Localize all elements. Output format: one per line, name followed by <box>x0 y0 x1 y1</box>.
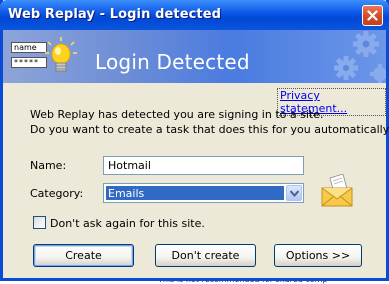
message-line-2: Do you want to create a task that does t… <box>30 123 389 136</box>
category-label: Category: <box>30 187 84 200</box>
create-button[interactable]: Create <box>33 244 134 267</box>
login-detected-dialog: Web Replay - Login detected name ***** L… <box>0 0 389 281</box>
category-select[interactable]: Emails <box>103 183 304 203</box>
banner-password-field: ***** <box>11 57 47 68</box>
envelope-icon <box>321 174 353 207</box>
close-button[interactable] <box>362 5 383 26</box>
banner-name-field: name <box>11 42 47 53</box>
message-line-1: Web Replay has detected you are signing … <box>30 108 324 121</box>
dont-ask-checkbox[interactable] <box>33 216 46 229</box>
dont-create-button[interactable]: Don't create <box>155 244 256 267</box>
lightbulb-icon <box>45 37 77 72</box>
banner-title: Login Detected <box>95 50 250 74</box>
category-selected-value: Emails <box>106 186 284 200</box>
options-button[interactable]: Options >> <box>274 244 362 267</box>
name-label: Name: <box>30 159 67 172</box>
header-banner: name ***** Login Detected <box>3 30 386 83</box>
category-dropdown-button[interactable] <box>286 185 302 201</box>
gears-icon <box>334 31 386 83</box>
name-input[interactable]: Hotmail <box>103 156 304 175</box>
window-title: Web Replay - Login detected <box>8 7 222 22</box>
close-icon <box>367 10 378 21</box>
dont-ask-label[interactable]: Don't ask again for this site. <box>50 217 205 230</box>
dropdown-arrow-icon <box>290 190 299 197</box>
title-bar[interactable]: Web Replay - Login detected <box>0 0 389 30</box>
